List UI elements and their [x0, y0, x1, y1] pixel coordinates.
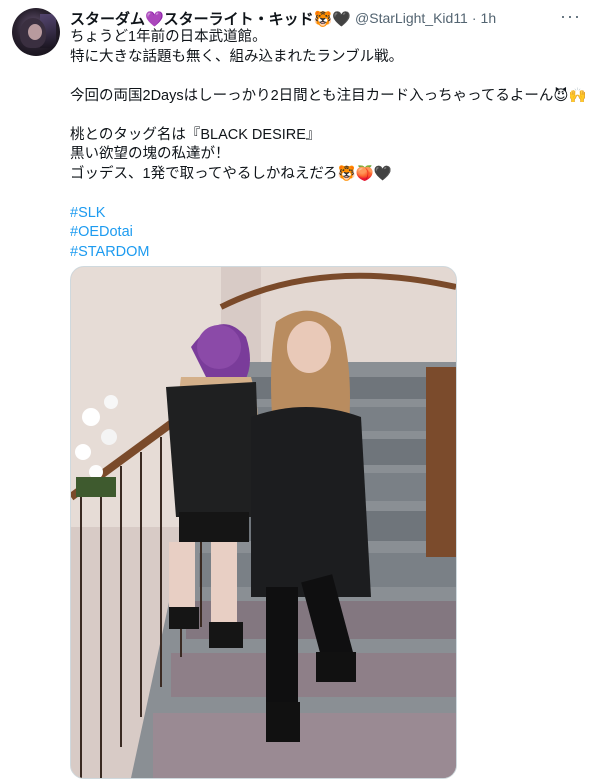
- author-display-name[interactable]: スターダム💜スターライト・キッド🐯🖤: [70, 8, 351, 29]
- hashtag-link[interactable]: #OEDotai: [70, 224, 133, 240]
- tweet-timestamp[interactable]: 1h: [481, 10, 497, 26]
- tweet-header: スターダム💜スターライト・キッド🐯🖤 @StarLight_Kid11 · 1h: [70, 8, 575, 28]
- avatar[interactable]: [12, 8, 60, 56]
- avatar-face: [28, 24, 42, 40]
- header-separator: ·: [471, 10, 477, 26]
- tweet-text: ちょうど1年前の日本武道館。 特に大きな話題も無く、組み込まれたランブル戦。 今…: [70, 28, 587, 262]
- tweet-line: ちょうど1年前の日本武道館。: [70, 29, 267, 45]
- tweet-line: 桃とのタッグ名は『BLACK DESIRE』: [70, 126, 321, 143]
- more-options-icon[interactable]: ···: [560, 6, 581, 27]
- tweet-line: 特に大きな話題も無く、組み込まれたランブル戦。: [70, 48, 404, 65]
- tweet-photo[interactable]: [70, 266, 457, 779]
- author-handle[interactable]: @StarLight_Kid11: [355, 10, 468, 26]
- photo-illustration: [71, 267, 456, 778]
- tweet-line: 今回の両国2Daysはしーっかり2日間とも注目カード入っちゃってるよーん😈🙌: [70, 87, 587, 104]
- right-rail: [426, 367, 456, 557]
- tweet-line: 黒い欲望の塊の私達が！: [70, 146, 230, 162]
- tweet: スターダム💜スターライト・キッド🐯🖤 @StarLight_Kid11 · 1h…: [0, 0, 595, 782]
- tweet-line: ゴッデス、1発で取ってやるしかねえだろ🐯🍑🖤: [70, 165, 392, 182]
- hashtag-link[interactable]: #STARDOM: [70, 244, 150, 260]
- hashtag-link[interactable]: #SLK: [70, 205, 105, 221]
